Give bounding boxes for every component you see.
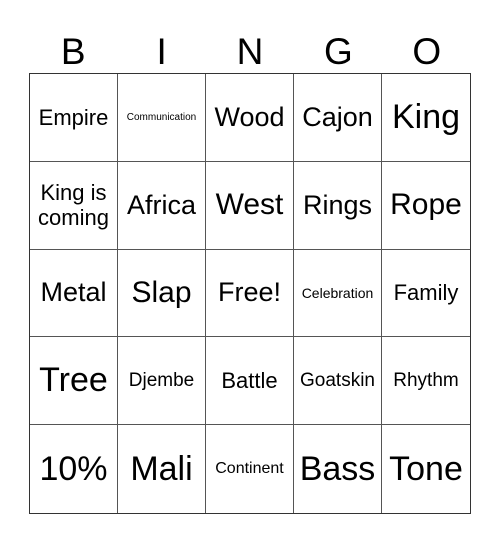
bingo-cell-label: Djembe [128,369,195,391]
bingo-cell[interactable]: Family [382,250,470,338]
bingo-cell[interactable]: Africa [118,161,206,250]
bingo-cell[interactable]: Mali [118,425,206,513]
header-letter-i: I [156,31,167,72]
bingo-cell-label: 10% [39,449,108,488]
bingo-card-grid: Empire Communication Wood Cajon King King is … [29,73,471,514]
bingo-cell[interactable]: King [382,74,470,162]
bingo-cell[interactable]: Tree [30,337,118,426]
bingo-cell-label: Rings [302,189,373,220]
bingo-cell-label: Battle [221,368,278,394]
bingo-cell[interactable]: Djembe [118,337,206,426]
bingo-cell-label: Family [393,280,459,306]
bingo-cell-label: King [391,97,461,136]
bingo-cell[interactable]: Cajon [294,74,382,162]
bingo-cell-label: Goatskin [300,369,375,391]
bingo-cell[interactable]: Battle [206,337,294,426]
header-letter-n: N [236,31,264,72]
bingo-cell-label: Tree [39,361,108,400]
bingo-cell[interactable]: Tone [382,425,470,513]
header-letter-o: O [412,31,442,72]
bingo-cell[interactable]: Communication [118,74,206,162]
bingo-cell[interactable]: King is coming [30,161,118,250]
bingo-cell-label: Wood [214,101,285,132]
bingo-cell[interactable]: Slap [118,249,206,338]
bingo-cell-label: Tone [389,449,463,488]
bingo-cell-label: Communication [126,111,197,123]
bingo-cell[interactable]: Rings [294,161,382,250]
bingo-cell-label: King is coming [38,179,109,231]
header-letter-b: B [60,31,86,72]
bingo-cell-label: Continent [215,459,284,477]
bingo-cell[interactable]: Free! [206,249,294,338]
bingo-cell-label: Metal [40,277,107,308]
bingo-cell-label: Slap [131,275,192,309]
bingo-cell[interactable]: Celebration [294,249,382,338]
bingo-cell[interactable]: Empire [30,74,118,162]
bingo-cell-label: Free! [217,277,282,308]
bingo-cell[interactable]: Rope [382,162,470,250]
bingo-cell[interactable]: 10% [30,425,118,513]
bingo-cell-label: West [215,187,284,221]
bingo-cell[interactable]: Continent [206,425,294,513]
bingo-cell[interactable]: Metal [30,249,118,338]
bingo-header: B I N G O [29,30,471,73]
bingo-cell[interactable]: Bass [294,425,382,513]
bingo-cell[interactable]: West [206,161,294,250]
bingo-cell-label: Celebration [301,284,374,301]
bingo-cell-label: Cajon [302,101,373,132]
bingo-cell-label: Rope [390,187,462,221]
bingo-cell[interactable]: Rhythm [382,337,470,426]
bingo-cell[interactable]: Goatskin [294,337,382,426]
bingo-cell-label: Africa [126,189,197,220]
bingo-cell-label: Empire [38,104,109,130]
header-letter-g: G [324,31,353,72]
bingo-cell-label: Bass [299,449,376,488]
bingo-cell-label: Rhythm [393,369,459,391]
bingo-cell[interactable]: Wood [206,74,294,162]
bingo-cell-label: Mali [130,449,193,488]
